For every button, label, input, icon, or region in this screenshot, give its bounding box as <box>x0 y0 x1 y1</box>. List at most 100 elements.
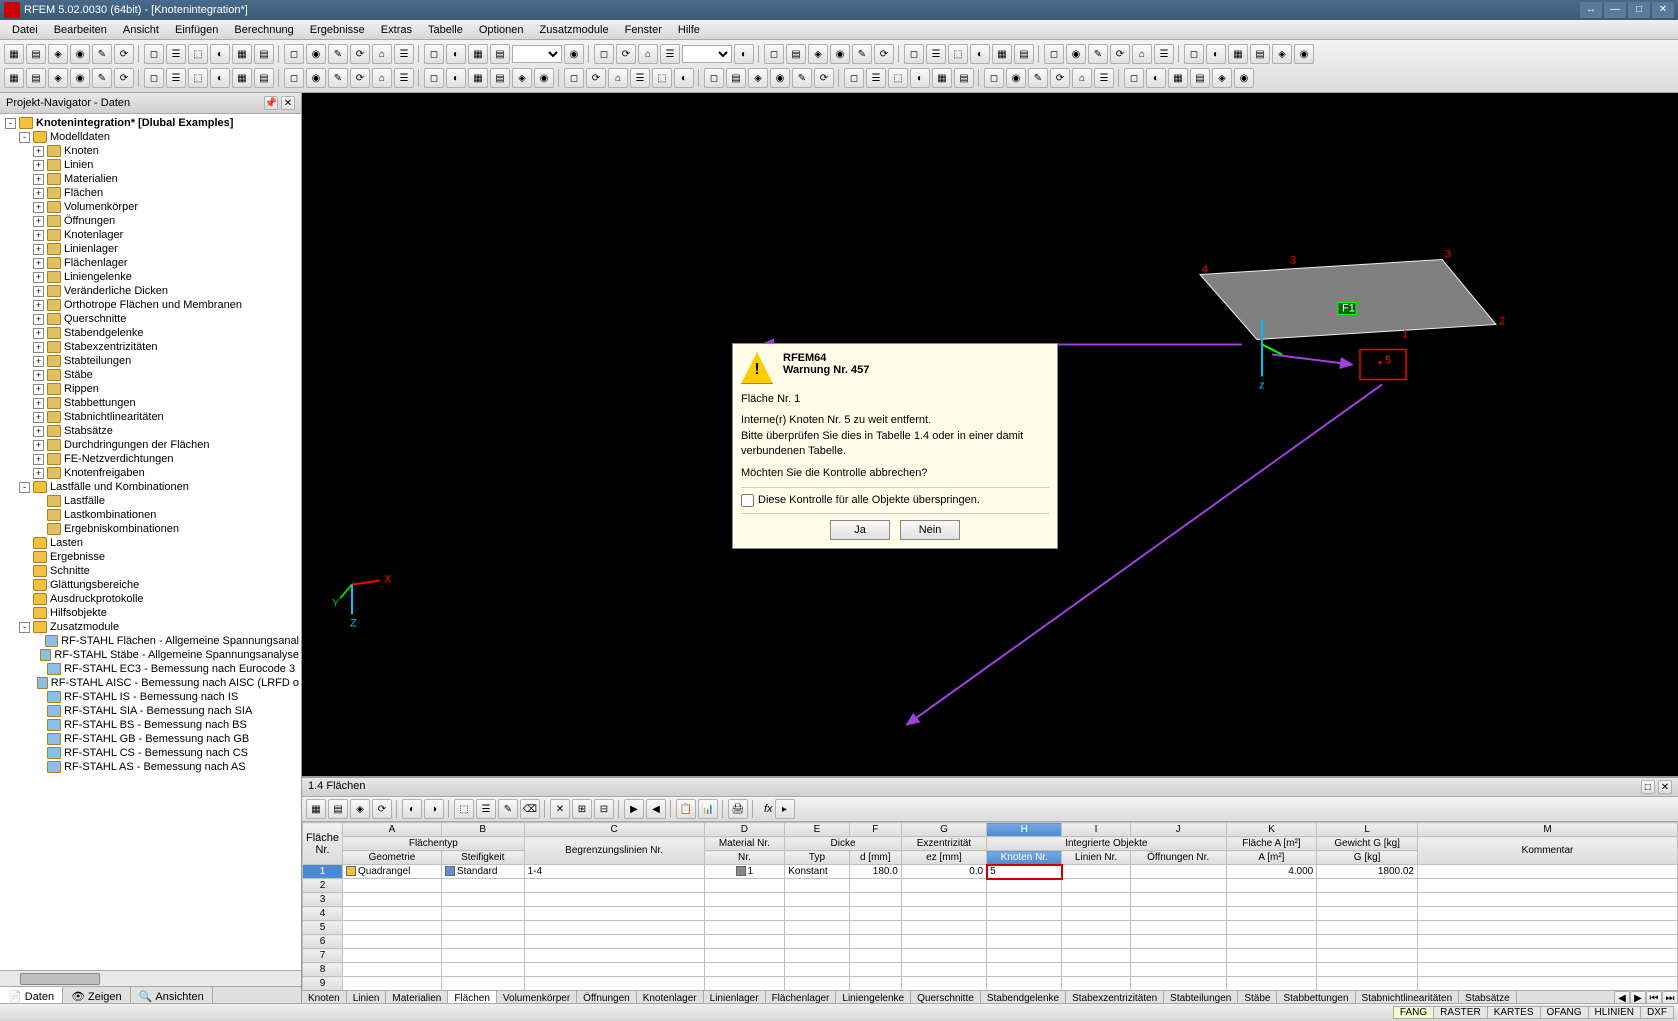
menu-datei[interactable]: Datei <box>4 22 46 38</box>
col-letter[interactable]: I <box>1062 823 1130 837</box>
col-integrierte[interactable]: Integrierte Objekte <box>987 837 1226 851</box>
toolbar-button[interactable]: ☰ <box>630 68 650 88</box>
toolbar-button[interactable]: ◈ <box>1212 68 1232 88</box>
tree-item[interactable]: +Stabteilungen <box>2 354 299 368</box>
toolbar-button[interactable]: ✎ <box>1088 44 1108 64</box>
table-toolbar-button[interactable]: 📊 <box>698 799 718 819</box>
toolbar-button[interactable]: ◐ <box>210 68 230 88</box>
col-flaeche-nr[interactable]: Fläche Nr. <box>303 823 343 865</box>
menu-hilfe[interactable]: Hilfe <box>670 22 708 38</box>
toolbar-button[interactable]: ⟳ <box>814 68 834 88</box>
tree-item[interactable]: +FE-Netzverdichtungen <box>2 452 299 466</box>
toolbar-button[interactable]: ⬚ <box>888 68 908 88</box>
toolbar-button[interactable]: ✎ <box>1028 68 1048 88</box>
toolbar-button[interactable]: ⌂ <box>1132 44 1152 64</box>
tree-item[interactable]: +Flächen <box>2 186 299 200</box>
toolbar-button[interactable]: ▤ <box>954 68 974 88</box>
toolbar-button[interactable]: ◐ <box>210 44 230 64</box>
toolbar-button[interactable]: ⬚ <box>948 44 968 64</box>
tree-item[interactable]: +Materialien <box>2 172 299 186</box>
tree-item[interactable]: -Lastfälle und Kombinationen <box>2 480 299 494</box>
table-toolbar-button[interactable]: 🖨 <box>728 799 748 819</box>
toolbar-button[interactable]: ☰ <box>394 68 414 88</box>
tree-item[interactable]: +Orthotrope Flächen und Membranen <box>2 298 299 312</box>
toolbar-button[interactable]: ◐ <box>674 68 694 88</box>
toolbar-button[interactable]: ◻ <box>844 68 864 88</box>
table-toolbar-button[interactable]: ◀ <box>646 799 666 819</box>
col-gewicht-g[interactable]: G [kg] <box>1317 851 1418 865</box>
data-table[interactable]: Fläche Nr. A B C D E F G H I J K <box>302 822 1678 990</box>
toolbar-button[interactable]: ✎ <box>792 68 812 88</box>
table-toolbar-button[interactable]: ⬚ <box>454 799 474 819</box>
tree-item[interactable]: +Knotenlager <box>2 228 299 242</box>
menu-ergebnisse[interactable]: Ergebnisse <box>302 22 373 38</box>
col-letter[interactable]: E <box>785 823 849 837</box>
toolbar-button[interactable]: ▤ <box>726 68 746 88</box>
toolbar-button[interactable]: ▦ <box>1168 68 1188 88</box>
col-letter[interactable]: L <box>1317 823 1418 837</box>
toolbar-button[interactable]: ◉ <box>1006 68 1026 88</box>
toolbar-button[interactable]: ⌂ <box>638 44 658 64</box>
toolbar-button[interactable]: ▤ <box>26 44 46 64</box>
toolbar-button[interactable]: ☰ <box>166 68 186 88</box>
toolbar-button[interactable]: ⟳ <box>586 68 606 88</box>
col-dicke[interactable]: Dicke <box>785 837 902 851</box>
toolbar-button[interactable]: ☰ <box>926 44 946 64</box>
close-button[interactable]: ✕ <box>1652 2 1674 18</box>
toolbar-button[interactable]: ◈ <box>48 68 68 88</box>
toolbar-button[interactable]: ▦ <box>1228 44 1248 64</box>
tree-item[interactable]: RF-STAHL EC3 - Bemessung nach Eurocode 3 <box>2 662 299 676</box>
toolbar-button[interactable]: ◻ <box>764 44 784 64</box>
toolbar-button[interactable]: ⟳ <box>1050 68 1070 88</box>
col-letter[interactable]: K <box>1226 823 1317 837</box>
menu-ansicht[interactable]: Ansicht <box>115 22 167 38</box>
toolbar-button[interactable]: ◻ <box>564 68 584 88</box>
table-toolbar-button[interactable]: ⊞ <box>572 799 592 819</box>
toolbar-button[interactable]: ⟳ <box>616 44 636 64</box>
col-ez[interactable]: ez [mm] <box>901 851 986 865</box>
toolbar-button[interactable]: ◻ <box>284 44 304 64</box>
toolbar-button[interactable]: ▤ <box>1190 68 1210 88</box>
toolbar-button[interactable]: ◻ <box>904 44 924 64</box>
toolbar-button[interactable]: ⌂ <box>608 68 628 88</box>
tree-item[interactable]: +Stäbe <box>2 368 299 382</box>
toolbar-button[interactable]: ◉ <box>534 68 554 88</box>
toolbar-combo[interactable] <box>512 45 562 63</box>
table-row[interactable]: 1QuadrangelStandard1-41Konstant180.00.05… <box>303 865 1678 879</box>
table-toolbar-button[interactable]: ⟳ <box>372 799 392 819</box>
toolbar-button[interactable]: ▤ <box>490 44 510 64</box>
col-d[interactable]: d [mm] <box>849 851 901 865</box>
tree-item[interactable]: Ausdruckprotokolle <box>2 592 299 606</box>
status-fang[interactable]: FANG <box>1393 1006 1434 1019</box>
maximize-button[interactable]: □ <box>1628 2 1650 18</box>
toolbar-button[interactable]: ◐ <box>970 44 990 64</box>
toolbar-button[interactable]: ⟳ <box>114 44 134 64</box>
tree-item[interactable]: +Linien <box>2 158 299 172</box>
table-toolbar-button[interactable]: 📋 <box>676 799 696 819</box>
menu-optionen[interactable]: Optionen <box>471 22 532 38</box>
toolbar-button[interactable]: ⟳ <box>1110 44 1130 64</box>
col-begrenzung[interactable]: Begrenzungslinien Nr. <box>524 837 704 865</box>
toolbar-button[interactable]: ▦ <box>4 44 24 64</box>
col-geometrie[interactable]: Geometrie <box>343 851 442 865</box>
toolbar-button[interactable]: ◻ <box>984 68 1004 88</box>
status-raster[interactable]: RASTER <box>1433 1006 1488 1019</box>
col-letter[interactable]: F <box>849 823 901 837</box>
toolbar-button[interactable]: ◉ <box>564 44 584 64</box>
swap-button[interactable]: ↔ <box>1580 2 1602 18</box>
toolbar-button[interactable]: ▦ <box>4 68 24 88</box>
tree-item[interactable]: Lastfälle <box>2 494 299 508</box>
toolbar-button[interactable]: ▦ <box>468 68 488 88</box>
col-flaeche[interactable]: Fläche A [m²] <box>1226 837 1317 851</box>
toolbar-button[interactable]: ⬚ <box>188 68 208 88</box>
tree-item[interactable]: +Stabexzentrizitäten <box>2 340 299 354</box>
table-row[interactable]: 7 <box>303 949 1678 963</box>
menu-einfuegen[interactable]: Einfügen <box>167 22 226 38</box>
table-toolbar-button[interactable]: ▤ <box>328 799 348 819</box>
col-letter[interactable]: C <box>524 823 704 837</box>
tree-item[interactable]: Schnitte <box>2 564 299 578</box>
tree-item[interactable]: RF-STAHL BS - Bemessung nach BS <box>2 718 299 732</box>
menu-tabelle[interactable]: Tabelle <box>420 22 471 38</box>
toolbar-button[interactable]: ◉ <box>306 44 326 64</box>
table-toolbar-button[interactable]: ▦ <box>306 799 326 819</box>
